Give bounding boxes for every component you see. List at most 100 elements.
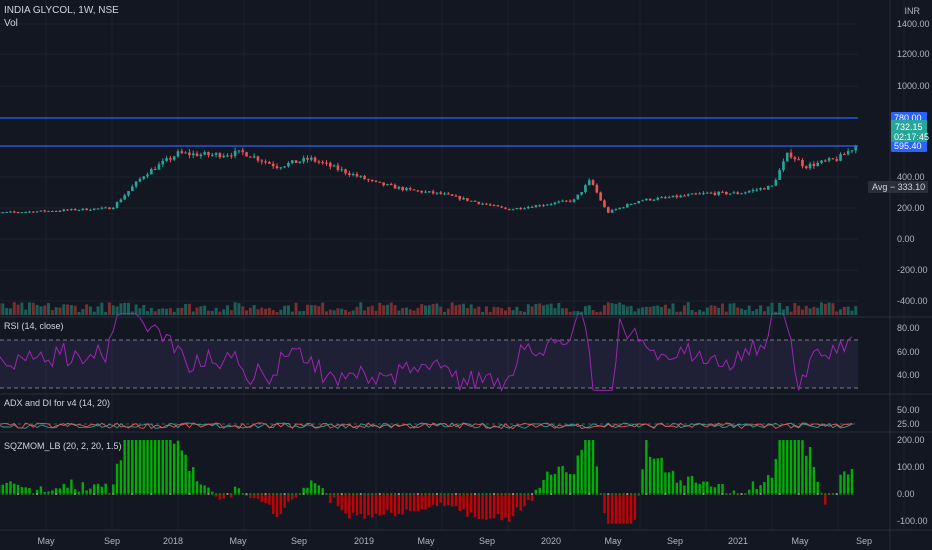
sqz-bar — [786, 440, 789, 494]
volume-bar — [172, 311, 176, 315]
volume-bar — [503, 310, 507, 315]
sqz-legend[interactable]: SQZMOM_LB (20, 2, 20, 1.5) — [4, 441, 122, 451]
sqz-bar — [607, 494, 610, 524]
candle-body — [210, 154, 214, 156]
candle-body — [127, 190, 130, 196]
volume-bar — [229, 310, 233, 315]
volume-bar — [549, 303, 553, 315]
candle-body — [321, 162, 324, 164]
candle-body — [1, 212, 5, 214]
rsi-tick-label: 60.00 — [897, 347, 920, 357]
volume-bar — [340, 308, 344, 315]
volume-bar — [382, 305, 386, 315]
candle-body — [450, 194, 454, 196]
volume-bar — [839, 309, 843, 315]
sqz-dot — [603, 493, 606, 495]
sqz-dot — [683, 493, 686, 495]
candle-body — [797, 159, 800, 161]
sqz-bar — [146, 440, 149, 494]
candle-body — [614, 209, 618, 211]
price-axis[interactable]: 1400.00 1200.00 1000.00 400.00 200.00 0.00 -20… — [868, 19, 930, 526]
sqz-bar — [138, 440, 142, 494]
sqz-bar — [287, 494, 290, 502]
price-candles[interactable] — [0, 144, 858, 215]
volume-bar — [591, 309, 595, 315]
volume-bar — [728, 303, 732, 315]
sqz-bar — [119, 460, 123, 494]
candle-body — [100, 207, 104, 209]
volume-bar — [526, 304, 530, 315]
chart-canvas[interactable]: 1400.00 1200.00 1000.00 400.00 200.00 0.00 -20… — [0, 0, 932, 550]
candle-body — [389, 184, 393, 186]
sqz-dot — [645, 493, 648, 495]
sqz-bar — [713, 487, 717, 494]
sqz-dot — [793, 493, 796, 495]
sqz-bar — [702, 481, 705, 494]
volume-bar — [226, 305, 229, 315]
sqz-dot — [443, 493, 446, 495]
candle-body — [549, 204, 553, 206]
sqz-bar — [542, 480, 545, 494]
sqz-dot — [302, 493, 305, 495]
candle-body — [637, 201, 641, 204]
sqz-dot — [340, 493, 343, 495]
sqz-dot — [215, 493, 218, 495]
volume-bar — [302, 310, 306, 315]
candle-body — [515, 207, 519, 210]
sqz-bar — [336, 494, 340, 507]
candle-body — [648, 198, 652, 201]
volume-bar — [545, 304, 549, 315]
candle-body — [169, 158, 172, 160]
volume-bar — [195, 307, 199, 315]
candle-body — [28, 211, 31, 213]
rsi-legend[interactable]: RSI (14, close) — [4, 321, 64, 331]
symbol-title[interactable]: INDIA GLYCOL, 1W, NSE — [4, 5, 119, 16]
candle-body — [629, 203, 633, 205]
candle-body — [473, 200, 477, 202]
volume-bar — [564, 308, 568, 315]
volume-bar — [755, 309, 759, 315]
candle-body — [317, 161, 321, 163]
sqz-dot — [39, 493, 42, 495]
sqz-dot — [630, 493, 633, 495]
candle-body — [218, 153, 222, 158]
candle-body — [32, 211, 35, 213]
candle-body — [54, 210, 58, 212]
candle-body — [447, 193, 450, 195]
volume-bar — [633, 311, 637, 315]
sqz-bar — [667, 472, 671, 494]
candle-body — [241, 150, 245, 153]
sqz-bar — [397, 494, 401, 514]
candle-body — [523, 208, 526, 210]
candle-body — [827, 158, 831, 161]
horizontal-levels[interactable] — [0, 117, 858, 147]
candle-body — [73, 209, 77, 211]
sqz-bar — [5, 482, 8, 494]
sqz-dot — [580, 493, 583, 495]
candle-body — [652, 199, 656, 201]
candle-body — [732, 192, 736, 194]
volume-bar — [256, 309, 260, 315]
sqz-dot — [359, 493, 362, 495]
sqz-bar — [435, 494, 439, 507]
sqz-dot — [751, 493, 754, 495]
candle-body — [16, 212, 20, 214]
volume-bar — [671, 303, 675, 315]
volume-bar — [511, 310, 515, 315]
candle-body — [180, 151, 184, 153]
volume-bar — [800, 309, 804, 315]
volume-bar — [385, 304, 389, 315]
volume-bar — [149, 307, 153, 315]
time-tick-label: Sep — [291, 536, 307, 546]
volume-bar — [50, 310, 54, 315]
sqz-dot — [763, 493, 766, 495]
sqz-dot — [550, 493, 553, 495]
sqz-dot — [375, 493, 377, 495]
sqz-bar — [709, 486, 713, 494]
candle-body — [134, 181, 138, 187]
sqz-dot — [835, 493, 838, 495]
time-axis[interactable]: May Sep 2018 May Sep 2019 May Sep 2020 May Sep 2021… — [37, 536, 872, 546]
sqz-bar — [112, 484, 115, 494]
adx-legend[interactable]: ADX and DI for v4 (14, 20) — [4, 398, 110, 408]
candle-body — [546, 204, 549, 206]
